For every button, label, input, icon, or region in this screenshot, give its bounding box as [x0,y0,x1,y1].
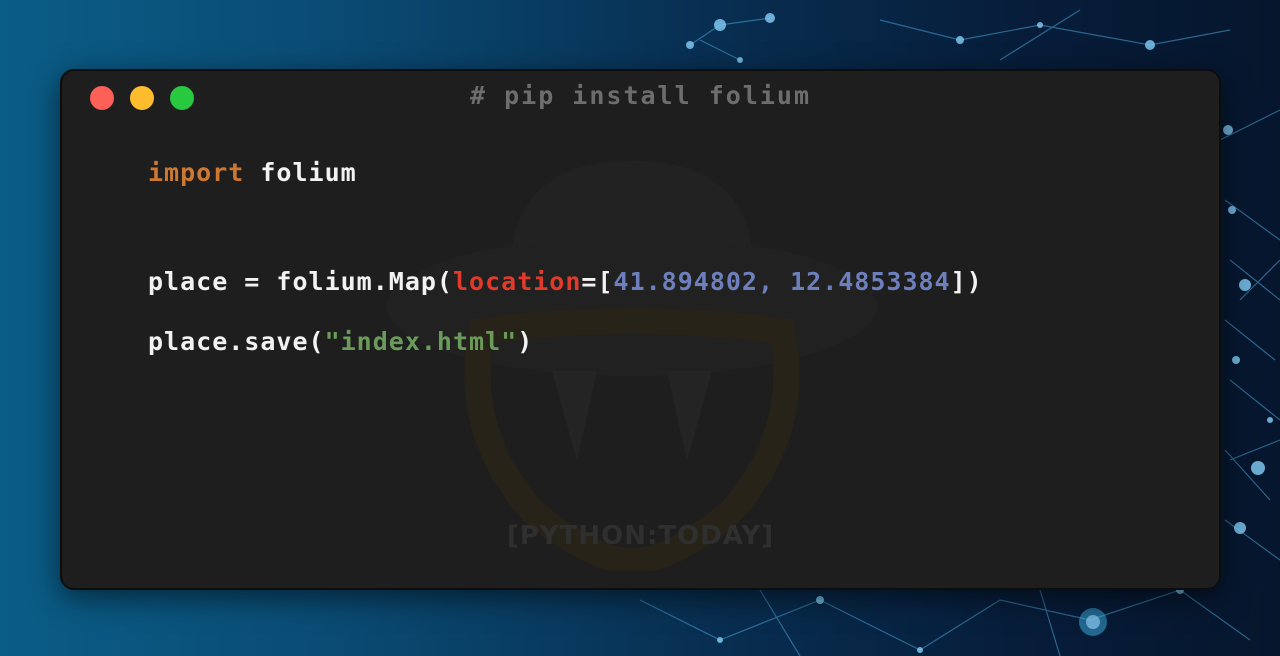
watermark-text: [PYTHON:TODAY] [506,521,775,551]
window-title: # pip install folium [469,81,812,110]
filename-string: "index.html" [324,327,518,356]
latitude-value: 41.894802 [613,267,758,296]
module-name: folium [244,158,357,187]
save-call-prefix: place.save( [148,327,325,356]
longitude-value: 12.4853384 [790,267,951,296]
code-block: import folium place = folium.Map(locatio… [148,155,982,356]
map-call-suffix: ]) [950,267,983,296]
code-line-import: import folium [148,155,357,191]
save-call-suffix: ) [517,327,534,356]
code-line-map: place = folium.Map(location=[41.894802, … [148,264,983,300]
map-call-prefix: place = folium.Map( [148,267,453,296]
import-keyword: import [148,158,245,187]
param-assign: =[ [581,267,614,296]
code-line-save: place.save("index.html") [148,324,533,360]
code-window: # pip install folium [PYTHON:TODAY] impo… [60,69,1221,590]
coord-separator: , [757,267,791,296]
title-bar: # pip install folium [62,71,1219,127]
location-param: location [452,267,582,296]
